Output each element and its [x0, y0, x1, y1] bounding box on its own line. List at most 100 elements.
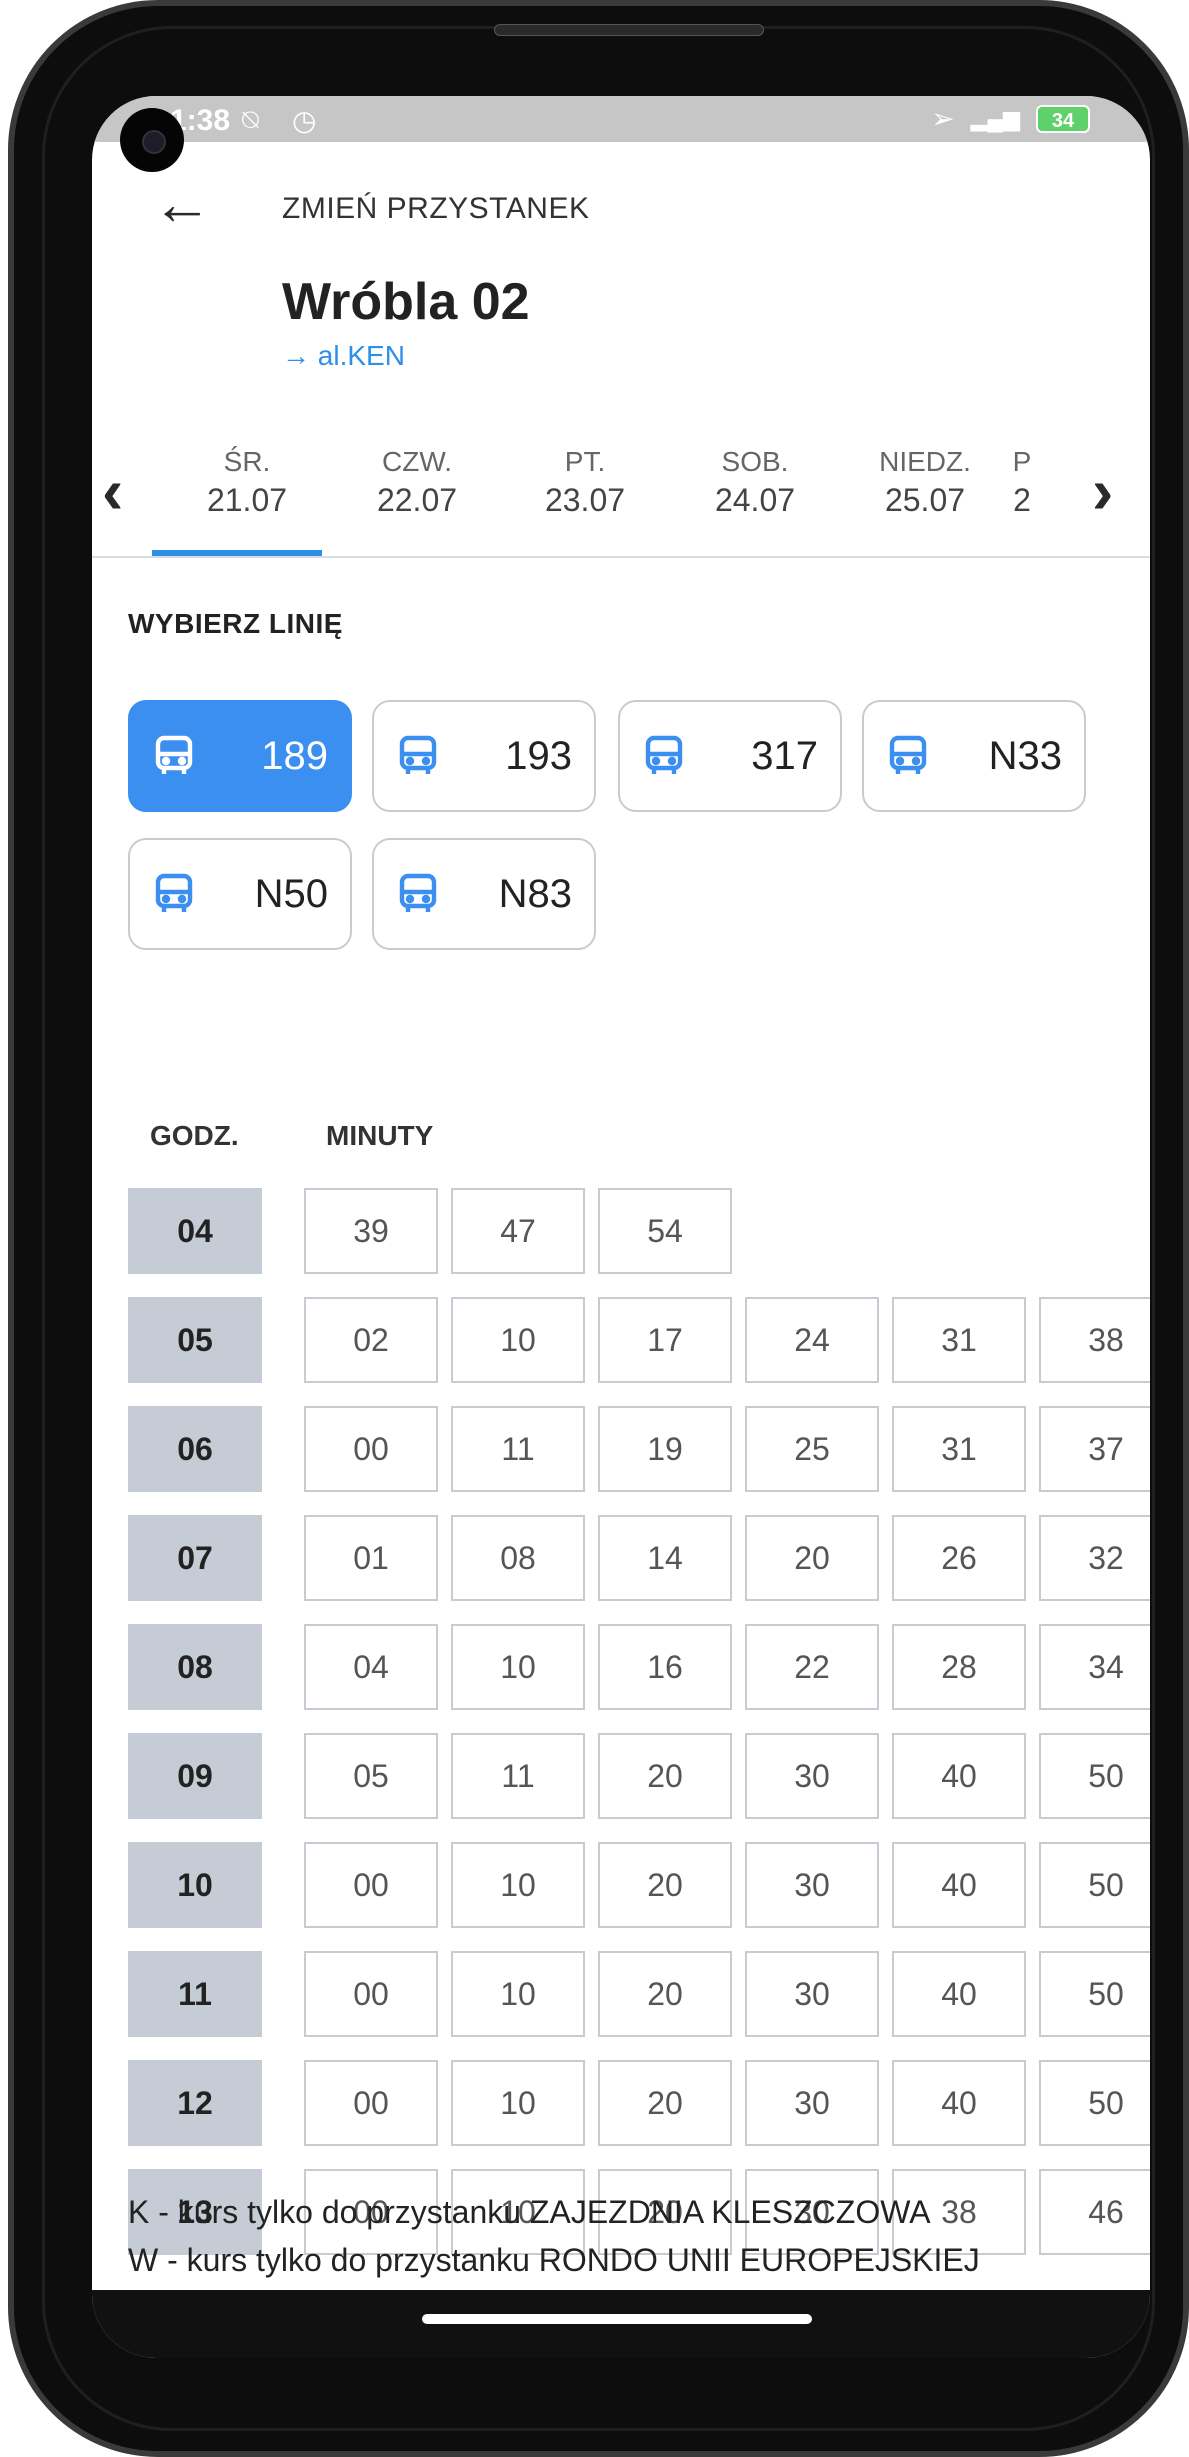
minute-cell[interactable]: 00 [304, 1406, 438, 1492]
bus-icon [150, 732, 198, 780]
hour-cell: 08 [128, 1624, 262, 1710]
direction-label: → al.KEN [282, 340, 405, 371]
minute-cell[interactable]: 31 [892, 1406, 1026, 1492]
minute-cell[interactable]: 10 [451, 1951, 585, 2037]
minute-cell[interactable]: 32 [1039, 1515, 1150, 1601]
change-stop-link[interactable]: ZMIEŃ PRZYSTANEK [282, 192, 589, 226]
minute-cell[interactable]: 34 [1039, 1624, 1150, 1710]
location-icon: ➢ [931, 103, 955, 134]
minute-cell[interactable]: 28 [892, 1624, 1026, 1710]
minute-cell[interactable]: 30 [745, 1842, 879, 1928]
day-date: 24.07 [714, 482, 796, 518]
line-button-193[interactable]: 193 [372, 700, 596, 812]
minute-cell[interactable]: 20 [598, 1951, 732, 2037]
minute-cell[interactable]: 20 [745, 1515, 879, 1601]
minute-cell[interactable]: 25 [745, 1406, 879, 1492]
day-tab[interactable]: PT. 23.07 [510, 446, 660, 519]
minute-cell[interactable]: 16 [598, 1624, 732, 1710]
day-date: 21.07 [206, 482, 288, 518]
minute-cell[interactable]: 20 [598, 2060, 732, 2146]
minute-cell[interactable]: 11 [451, 1733, 585, 1819]
line-number: 193 [505, 733, 572, 778]
minute-cell[interactable]: 46 [1039, 2169, 1150, 2255]
note-k: K - kurs tylko do przystanku ZAJEZDNIA K… [128, 2194, 931, 2230]
minute-cell[interactable]: 50 [1039, 1842, 1150, 1928]
minute-cell[interactable]: 50 [1039, 1951, 1150, 2037]
minutes-column-header: MINUTY [326, 1120, 434, 1151]
minute-cell[interactable]: 20 [598, 1842, 732, 1928]
line-button-n50[interactable]: N50 [128, 838, 352, 950]
minute-cell[interactable]: 37 [1039, 1406, 1150, 1492]
line-number: 189 [261, 733, 328, 778]
chevron-left-icon[interactable]: ‹ [102, 456, 123, 526]
home-indicator[interactable] [422, 2314, 812, 2324]
minute-cell[interactable]: 38 [1039, 1297, 1150, 1383]
minute-cell[interactable]: 30 [745, 1951, 879, 2037]
battery-icon: 34 [1036, 104, 1090, 133]
select-line-title: WYBIERZ LINIĘ [128, 608, 343, 639]
minute-cell[interactable]: 01 [304, 1515, 438, 1601]
minute-cell[interactable]: 50 [1039, 1733, 1150, 1819]
line-number: N33 [988, 733, 1062, 778]
minute-cell[interactable]: 04 [304, 1624, 438, 1710]
minute-cell[interactable]: 50 [1039, 2060, 1150, 2146]
minute-cell[interactable]: 10 [451, 1624, 585, 1710]
minute-cell[interactable]: 30 [745, 1733, 879, 1819]
minute-cell[interactable]: 10 [451, 1842, 585, 1928]
day-date: 2 [1013, 482, 1031, 518]
day-name: P [1012, 446, 1032, 477]
hour-cell: 11 [128, 1951, 262, 2037]
minute-cell[interactable]: 11 [451, 1406, 585, 1492]
minute-cell[interactable]: 40 [892, 1842, 1026, 1928]
alarm-off-icon: ⍉ [242, 104, 259, 135]
minute-cell[interactable]: 00 [304, 1951, 438, 2037]
minute-cell[interactable]: 22 [745, 1624, 879, 1710]
minute-cell[interactable]: 24 [745, 1297, 879, 1383]
minute-cell[interactable]: 19 [598, 1406, 732, 1492]
minute-cell[interactable]: 00 [304, 1842, 438, 1928]
day-selector: ‹ ŚR. 21.07 CZW. 22.07 PT. 23.07 SOB. 24… [92, 446, 1150, 558]
minute-cell[interactable]: 31 [892, 1297, 1026, 1383]
hour-column-header: GODZ. [150, 1120, 239, 1151]
day-tab[interactable]: CZW. 22.07 [342, 446, 492, 519]
day-tab[interactable]: P 2 [992, 446, 1052, 519]
minute-cell[interactable]: 02 [304, 1297, 438, 1383]
minute-cell[interactable]: 39 [304, 1188, 438, 1274]
back-arrow-icon[interactable]: ← [152, 174, 212, 234]
day-name: ŚR. [223, 446, 271, 477]
line-button-189[interactable]: 189 [128, 700, 352, 812]
line-button-n83[interactable]: N83 [372, 838, 596, 950]
minute-cell[interactable]: 05 [304, 1733, 438, 1819]
day-tab[interactable]: ŚR. 21.07 [172, 446, 322, 519]
minute-cell[interactable]: 40 [892, 2060, 1026, 2146]
day-name: PT. [564, 446, 606, 477]
minute-cell[interactable]: 30 [745, 2060, 879, 2146]
speaker-grille [494, 24, 764, 36]
minute-cell[interactable]: 47 [451, 1188, 585, 1274]
navigation-bar [92, 2290, 1150, 2358]
minute-cell[interactable]: 54 [598, 1188, 732, 1274]
day-tab[interactable]: NIEDZ. 25.07 [850, 446, 1000, 519]
day-name: SOB. [721, 446, 789, 477]
hour-cell: 04 [128, 1188, 262, 1274]
minute-cell[interactable]: 10 [451, 2060, 585, 2146]
hour-cell: 09 [128, 1733, 262, 1819]
minute-cell[interactable]: 08 [451, 1515, 585, 1601]
hour-cell: 05 [128, 1297, 262, 1383]
minute-cell[interactable]: 00 [304, 2060, 438, 2146]
minute-cell[interactable]: 40 [892, 1733, 1026, 1819]
front-camera [120, 108, 184, 172]
minute-cell[interactable]: 17 [598, 1297, 732, 1383]
chevron-right-icon[interactable]: › [1092, 456, 1113, 526]
minute-cell[interactable]: 40 [892, 1951, 1026, 2037]
minute-cell[interactable]: 26 [892, 1515, 1026, 1601]
minute-cell[interactable]: 14 [598, 1515, 732, 1601]
line-button-317[interactable]: 317 [618, 700, 842, 812]
day-date: 23.07 [544, 482, 626, 518]
minute-cell[interactable]: 10 [451, 1297, 585, 1383]
line-number: N83 [498, 871, 572, 916]
status-bar: 1:38 ⍉ ◷ ➢ ▂▄▆ 34 [92, 96, 1150, 142]
minute-cell[interactable]: 20 [598, 1733, 732, 1819]
day-tab[interactable]: SOB. 24.07 [680, 446, 830, 519]
line-button-n33[interactable]: N33 [862, 700, 1086, 812]
